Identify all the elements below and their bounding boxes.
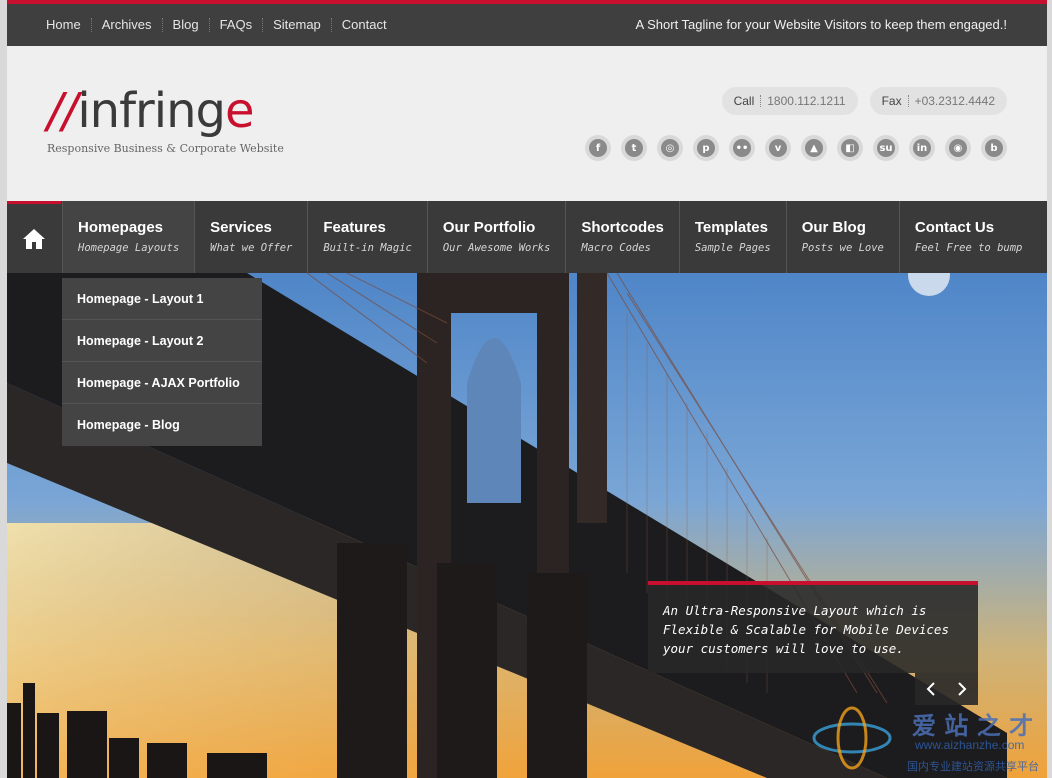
stumbleupon-icon-glyph: su xyxy=(877,139,895,157)
nav-item-homepages[interactable]: Homepages Homepage Layouts xyxy=(62,201,195,273)
nav-item-title: Templates xyxy=(694,219,768,236)
forrst-icon[interactable]: ▲ xyxy=(801,135,827,161)
top-link-blog[interactable]: Blog xyxy=(161,18,209,32)
contact-info: Call 1800.112.1211 Fax +03.2312.4442 xyxy=(721,87,1007,115)
dropdown-item-layout-2[interactable]: Homepage - Layout 2 xyxy=(62,320,262,362)
forrst-icon-glyph: ▲ xyxy=(805,139,823,157)
call-label: Call xyxy=(733,94,755,108)
nav-item-title: Our Portfolio xyxy=(442,219,536,236)
nav-item-blog[interactable]: Our Blog Posts we Love xyxy=(785,201,899,273)
twitter-icon-glyph: t xyxy=(625,139,643,157)
flickr-icon[interactable]: •• xyxy=(729,135,755,161)
logo-name: infring xyxy=(77,83,226,139)
linkedin-icon[interactable]: in xyxy=(909,135,935,161)
nav-item-subtitle: Feel Free to bump xyxy=(914,242,1023,254)
home-button[interactable] xyxy=(7,201,61,273)
nav-item-subtitle: What we Offer xyxy=(210,242,293,254)
blogger-icon[interactable]: b xyxy=(981,135,1007,161)
facebook-icon-glyph: f xyxy=(589,139,607,157)
top-link-home[interactable]: Home xyxy=(36,18,91,32)
slide-caption-text: An Ultra-Responsive Layout which is Flex… xyxy=(648,585,978,674)
dropdown-item-ajax-portfolio[interactable]: Homepage - AJAX Portfolio xyxy=(62,362,262,404)
home-icon xyxy=(23,228,45,249)
facebook-icon[interactable]: f xyxy=(585,135,611,161)
call-pill: Call 1800.112.1211 xyxy=(721,87,858,115)
fax-label: Fax xyxy=(881,94,902,108)
picasa-icon-glyph: ◉ xyxy=(949,139,967,157)
vimeo-icon-glyph: v xyxy=(769,139,787,157)
watermark-url: www.aizhanzhe.com xyxy=(915,738,1025,752)
nav-item-title: Features xyxy=(323,219,386,236)
caption-line: Flexible & Scalable for Mobile Devices xyxy=(663,622,949,637)
linkedin-icon-glyph: in xyxy=(913,139,931,157)
dropdown-item-layout-1[interactable]: Homepage - Layout 1 xyxy=(62,278,262,320)
fax-number: +03.2312.4442 xyxy=(914,94,995,108)
nav-item-title: Services xyxy=(210,219,272,236)
top-link-contact[interactable]: Contact xyxy=(330,18,397,32)
top-link-faqs[interactable]: FAQs xyxy=(208,18,263,32)
flickr-icon-glyph: •• xyxy=(733,139,751,157)
top-navigation: Home Archives Blog FAQs Sitemap Contact xyxy=(36,4,397,46)
nav-item-subtitle: Our Awesome Works xyxy=(442,242,551,254)
nav-item-contact[interactable]: Contact Us Feel Free to bump xyxy=(898,201,1037,273)
watermark-brand: 爱 站 之 才 xyxy=(912,712,1034,740)
dribbble-icon-glyph: ◎ xyxy=(661,139,679,157)
social-icons: f t ◎ p •• v ▲ ◧ su in ◉ b xyxy=(585,135,1007,161)
top-link-archives[interactable]: Archives xyxy=(90,18,162,32)
site-logo[interactable]: //infringe Responsive Business & Corpora… xyxy=(47,86,284,155)
nav-item-title: Our Blog xyxy=(801,219,866,236)
dribbble-icon[interactable]: ◎ xyxy=(657,135,683,161)
call-number: 1800.112.1211 xyxy=(767,94,846,108)
delicious-icon-glyph: ◧ xyxy=(841,139,859,157)
caption-line: An Ultra-Responsive Layout which is xyxy=(663,603,927,618)
nav-item-templates[interactable]: Templates Sample Pages xyxy=(678,201,786,273)
logo-accent-letter: e xyxy=(224,83,255,139)
main-navigation: Homepages Homepage Layouts Services What… xyxy=(7,201,1047,273)
blogger-icon-glyph: b xyxy=(985,139,1003,157)
page-frame: Home Archives Blog FAQs Sitemap Contact … xyxy=(7,0,1047,778)
pinterest-icon[interactable]: p xyxy=(693,135,719,161)
fax-pill: Fax +03.2312.4442 xyxy=(869,87,1007,115)
nav-item-portfolio[interactable]: Our Portfolio Our Awesome Works xyxy=(426,201,565,273)
nav-item-subtitle: Posts we Love xyxy=(801,242,884,254)
top-bar: Home Archives Blog FAQs Sitemap Contact … xyxy=(7,0,1047,46)
logo-wordmark: //infringe xyxy=(47,86,284,136)
nav-item-services[interactable]: Services What we Offer xyxy=(194,201,307,273)
nav-item-title: Shortcodes xyxy=(581,219,664,236)
homepages-dropdown: Homepage - Layout 1 Homepage - Layout 2 … xyxy=(62,278,262,446)
nav-items: Homepages Homepage Layouts Services What… xyxy=(62,201,1037,273)
nav-item-subtitle: Sample Pages xyxy=(694,242,771,254)
pinterest-icon-glyph: p xyxy=(697,139,715,157)
top-link-sitemap[interactable]: Sitemap xyxy=(262,18,331,32)
logo-slash: // xyxy=(47,83,78,139)
logo-subtitle: Responsive Business & Corporate Website xyxy=(47,142,284,155)
nav-item-subtitle: Macro Codes xyxy=(581,242,651,254)
nav-item-subtitle: Built-in Magic xyxy=(323,242,412,254)
chevron-right-icon xyxy=(957,682,966,696)
site-header: //infringe Responsive Business & Corpora… xyxy=(7,46,1047,201)
nav-item-title: Homepages xyxy=(78,219,164,236)
divider xyxy=(760,95,762,107)
vimeo-icon[interactable]: v xyxy=(765,135,791,161)
delicious-icon[interactable]: ◧ xyxy=(837,135,863,161)
picasa-icon[interactable]: ◉ xyxy=(945,135,971,161)
nav-item-shortcodes[interactable]: Shortcodes Macro Codes xyxy=(565,201,679,273)
nav-item-title: Contact Us xyxy=(914,219,995,236)
divider xyxy=(907,95,909,107)
slide-caption: An Ultra-Responsive Layout which is Flex… xyxy=(648,581,978,673)
stumbleupon-icon[interactable]: su xyxy=(873,135,899,161)
nav-item-features[interactable]: Features Built-in Magic xyxy=(307,201,427,273)
watermark: 爱 站 之 才 www.aizhanzhe.com 国内专业建站资源共享平台 xyxy=(807,700,1047,778)
caption-line: your customers will love to use. xyxy=(663,641,904,656)
twitter-icon[interactable]: t xyxy=(621,135,647,161)
watermark-slogan: 国内专业建站资源共享平台 xyxy=(907,760,1039,773)
dropdown-item-blog[interactable]: Homepage - Blog xyxy=(62,404,262,446)
nav-item-subtitle: Homepage Layouts xyxy=(78,242,180,254)
site-tagline: A Short Tagline for your Website Visitor… xyxy=(635,17,1007,32)
chevron-left-icon xyxy=(926,682,935,696)
